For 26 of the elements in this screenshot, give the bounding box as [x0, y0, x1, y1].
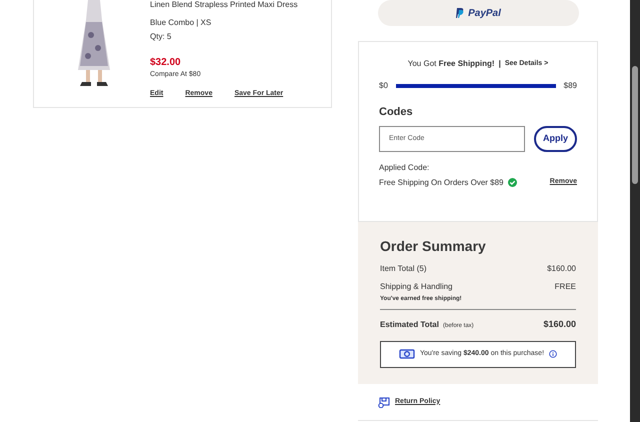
shipping-message: You Got Free Shipping! — [408, 58, 495, 70]
applied-code-label: Applied Code: — [379, 162, 430, 174]
info-icon[interactable] — [549, 350, 558, 358]
summary-label: Item Total (5) — [380, 263, 427, 275]
progress-max-label: $89 — [564, 80, 577, 92]
applied-code: Free Shipping On Orders Over $89 — [379, 176, 504, 188]
order-summary-heading: Order Summary — [380, 237, 487, 256]
product-quantity: Qty: 5 — [150, 31, 172, 43]
total-label: Estimated Total — [380, 319, 439, 331]
scrollbar-thumb[interactable] — [632, 66, 638, 184]
summary-value: FREE — [554, 281, 576, 293]
paypal-button[interactable]: PayPal — [378, 0, 579, 26]
codes-heading: Codes — [379, 105, 414, 120]
paypal-icon — [456, 8, 464, 18]
scrollbar[interactable] — [630, 0, 640, 422]
product-variant: Blue Combo | XS — [150, 17, 212, 29]
product-title: Linen Blend Strapless Printed Maxi Dress — [150, 0, 298, 9]
money-icon — [398, 349, 415, 359]
total-value: $160.00 — [543, 318, 576, 331]
return-box-icon — [378, 396, 390, 408]
apply-button[interactable]: Apply — [534, 126, 577, 152]
summary-label: Shipping & Handling — [380, 281, 452, 293]
progress-min-label: $0 — [379, 80, 388, 92]
separator: | — [498, 58, 501, 70]
product-price: $32.00 — [150, 56, 182, 70]
summary-value: $160.00 — [547, 263, 576, 275]
